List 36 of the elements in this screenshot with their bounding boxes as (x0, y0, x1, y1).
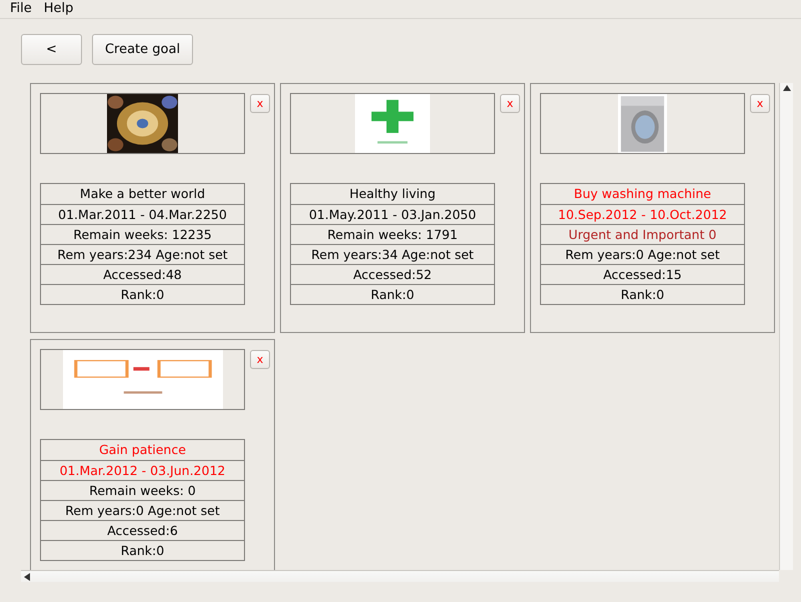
table-cell: 01.Mar.2012 - 03.Jun.2012 (41, 460, 244, 480)
table-cell: Remain weeks: 12235 (41, 224, 244, 244)
create-goal-button[interactable]: Create goal (92, 34, 193, 65)
table-cell: Remain weeks: 0 (41, 480, 244, 500)
table-cell: Accessed:15 (541, 264, 744, 284)
table-cell: 01.May.2011 - 03.Jan.2050 (291, 204, 494, 224)
close-button[interactable]: x (750, 94, 770, 113)
table-cell: Rem years:34 Age:not set (291, 244, 494, 264)
close-button[interactable]: x (250, 350, 270, 369)
table-cell: Rem years:0 Age:not set (41, 500, 244, 520)
table-cell: Rank:0 (541, 284, 744, 304)
left-arrow-icon[interactable] (24, 572, 30, 580)
table-cell: 10.Sep.2012 - 10.Oct.2012 (541, 204, 744, 224)
table-cell: Remain weeks: 1791 (291, 224, 494, 244)
close-button[interactable]: x (500, 94, 520, 113)
table-cell: Accessed:52 (291, 264, 494, 284)
table-cell: Urgent and Important 0 (541, 224, 744, 244)
table-cell: Accessed:48 (41, 264, 244, 284)
table-cell: 01.Mar.2011 - 04.Mar.2250 (41, 204, 244, 224)
table-cell: Rem years:0 Age:not set (541, 244, 744, 264)
up-arrow-icon[interactable] (782, 85, 790, 91)
table-cell: Accessed:6 (41, 520, 244, 540)
vertical-scrollbar[interactable] (779, 83, 793, 570)
menu-item[interactable]: Help (38, 0, 80, 18)
table-cell: Rank:0 (41, 540, 244, 560)
table-cell-text: Gain patience (98, 441, 187, 459)
table-cell-text: Buy washing machine (572, 185, 712, 203)
close-button[interactable]: x (250, 94, 270, 113)
table-cell: Rem years:234 Age:not set (41, 244, 244, 264)
table-cell-text: Healthy living (348, 185, 437, 203)
back-button[interactable]: < (21, 34, 82, 65)
horizontal-scrollbar[interactable] (21, 570, 779, 582)
table-cell-text: Make a better world (78, 185, 206, 203)
menu-item[interactable]: File (4, 0, 38, 18)
table-cell: Rank:0 (291, 284, 494, 304)
table-cell: Rank:0 (41, 284, 244, 304)
